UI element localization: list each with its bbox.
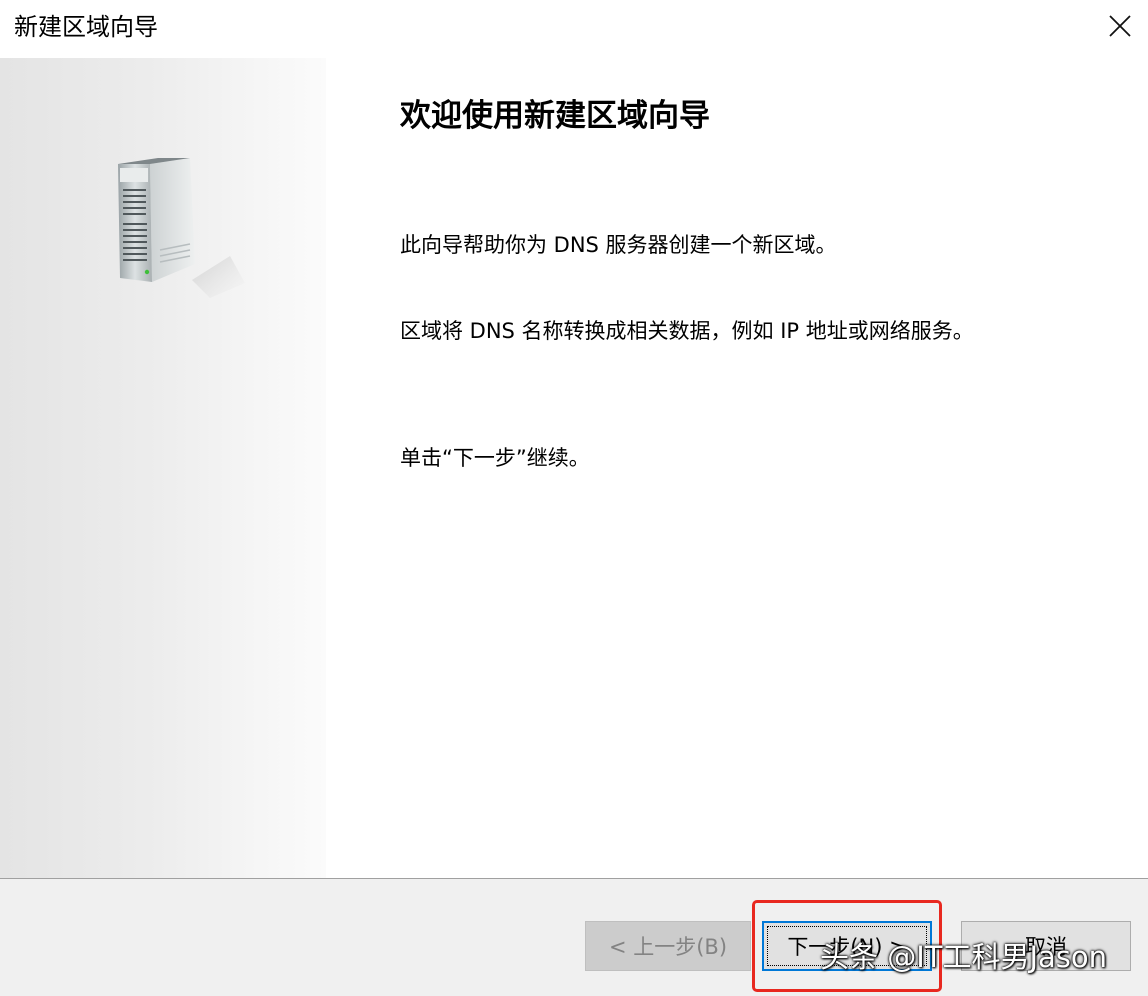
wizard-side-panel xyxy=(0,58,326,878)
welcome-heading: 欢迎使用新建区域向导 xyxy=(400,98,710,134)
wizard-content: 欢迎使用新建区域向导 此向导帮助你为 DNS 服务器创建一个新区域。 区域将 D… xyxy=(326,58,1148,878)
server-tower-icon xyxy=(118,158,245,298)
window-title: 新建区域向导 xyxy=(14,13,158,41)
wizard-footer: < 上一步(B) 下一步(N) > 取消 xyxy=(0,878,1148,996)
close-button[interactable] xyxy=(1092,0,1148,52)
window-titlebar: 新建区域向导 xyxy=(0,0,1148,58)
continue-instruction-text: 单击“下一步”继续。 xyxy=(400,446,590,470)
intro-text: 此向导帮助你为 DNS 服务器创建一个新区域。 xyxy=(400,233,837,257)
zone-description-text: 区域将 DNS 名称转换成相关数据，例如 IP 地址或网络服务。 xyxy=(400,319,974,343)
close-icon xyxy=(1109,15,1131,37)
back-button[interactable]: < 上一步(B) xyxy=(585,921,751,971)
cancel-button[interactable]: 取消 xyxy=(961,921,1131,971)
next-button[interactable]: 下一步(N) > xyxy=(762,921,932,971)
